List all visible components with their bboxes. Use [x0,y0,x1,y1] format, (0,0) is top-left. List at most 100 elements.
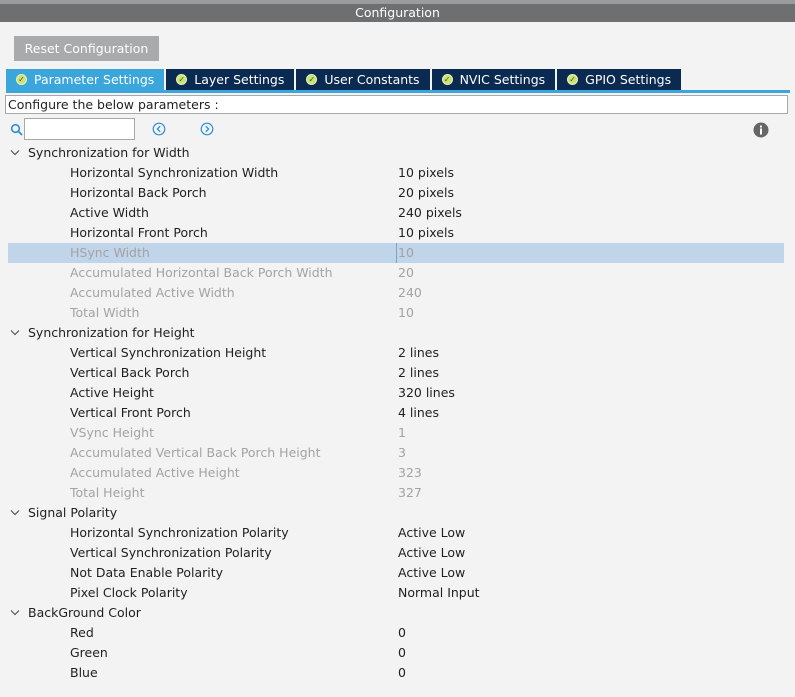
param-name: Active Height [70,385,154,400]
circle-arrow-left-icon[interactable] [152,122,166,136]
param-row-accumulated-active-width[interactable]: Accumulated Active Width 240 [0,283,795,303]
param-row-horizontal-back-porch[interactable]: Horizontal Back Porch 20 pixels [0,183,795,203]
tab-label: Layer Settings [194,72,285,87]
tab-layer-settings[interactable]: ✓ Layer Settings [166,69,295,90]
param-value: 327 [398,485,422,500]
parameter-tree: Synchronization for Width Horizontal Sync… [0,143,795,683]
reset-configuration-button[interactable]: Reset Configuration [14,36,159,61]
group-label: Synchronization for Width [28,145,190,160]
param-value[interactable]: 320 lines [398,383,455,403]
param-value[interactable]: Active Low [398,523,465,543]
param-row-hsync-width[interactable]: HSync Width 10 [8,243,784,263]
param-row-active-width[interactable]: Active Width 240 pixels [0,203,795,223]
param-value[interactable]: 240 pixels [398,203,462,223]
param-row-vertical-back-porch[interactable]: Vertical Back Porch 2 lines [0,363,795,383]
search-input[interactable] [24,118,135,140]
search-icon [10,123,23,136]
param-row-green[interactable]: Green 0 [0,643,795,663]
group-synchronization-for-height[interactable]: Synchronization for Height [0,323,795,343]
check-circle-icon: ✓ [306,74,318,85]
param-row-total-height[interactable]: Total Height 327 [0,483,795,503]
param-row-pixel-clock-polarity[interactable]: Pixel Clock Polarity Normal Input [0,583,795,603]
param-name: Accumulated Horizontal Back Porch Width [70,265,333,280]
param-value[interactable]: 2 lines [398,363,439,383]
tab-gpio-settings[interactable]: ✓ GPIO Settings [557,69,682,90]
param-name: Active Width [70,205,149,220]
param-row-horizontal-synchronization-polarity[interactable]: Horizontal Synchronization Polarity Activ… [0,523,795,543]
check-circle-icon: ✓ [441,74,453,85]
param-row-blue[interactable]: Blue 0 [0,663,795,683]
param-name: Pixel Clock Polarity [70,585,188,600]
param-row-vertical-front-porch[interactable]: Vertical Front Porch 4 lines [0,403,795,423]
param-name: Vertical Synchronization Polarity [70,545,272,560]
param-value: 10 [398,245,414,260]
tab-user-constants[interactable]: ✓ User Constants [296,69,430,90]
param-row-accumulated-horizontal-back-porch-width[interactable]: Accumulated Horizontal Back Porch Width 2… [0,263,795,283]
param-row-accumulated-active-height[interactable]: Accumulated Active Height 323 [0,463,795,483]
tab-nvic-settings[interactable]: ✓ NVIC Settings [431,69,556,90]
param-name: Accumulated Active Height [70,465,240,480]
chevron-down-icon[interactable] [10,329,20,337]
param-name: Horizontal Synchronization Width [70,165,279,180]
instructions-text: Configure the below parameters : [8,97,219,112]
tab-label: Parameter Settings [34,72,155,87]
param-value[interactable]: Active Low [398,543,465,563]
settings-tab-bar: ✓ Parameter Settings ✓ Layer Settings ✓ User … [6,69,683,90]
tab-label: User Constants [324,72,420,87]
group-synchronization-for-width[interactable]: Synchronization for Width [0,143,795,163]
param-row-vsync-height[interactable]: VSync Height 1 [0,423,795,443]
param-name: Accumulated Vertical Back Porch Height [70,445,321,460]
param-value[interactable]: 10 pixels [398,163,454,183]
param-value[interactable]: Active Low [398,563,465,583]
tab-underline [6,90,790,93]
window-title-bar: Configuration [0,0,795,22]
tab-label: NVIC Settings [459,72,546,87]
param-value: 3 [398,445,406,460]
param-value[interactable]: Normal Input [398,583,480,603]
instructions-bar: Configure the below parameters : [5,95,788,114]
param-value[interactable]: 4 lines [398,403,439,423]
param-row-active-height[interactable]: Active Height 320 lines [0,383,795,403]
info-icon[interactable] [753,122,769,138]
tab-parameter-settings[interactable]: ✓ Parameter Settings [6,69,165,90]
param-name: Vertical Synchronization Height [70,345,267,360]
param-row-not-data-enable-polarity[interactable]: Not Data Enable Polarity Active Low [0,563,795,583]
param-name: Horizontal Synchronization Polarity [70,525,289,540]
param-name: Vertical Front Porch [70,405,191,420]
circle-arrow-right-icon[interactable] [200,122,214,136]
param-name: Total Height [70,485,145,500]
param-row-horizontal-front-porch[interactable]: Horizontal Front Porch 10 pixels [0,223,795,243]
param-value[interactable]: 10 pixels [398,223,454,243]
param-value[interactable]: 0 [398,643,406,663]
cell-separator [396,243,397,263]
param-row-red[interactable]: Red 0 [0,623,795,643]
param-name: VSync Height [70,425,154,440]
param-value: 323 [398,465,422,480]
window-title: Configuration [355,5,440,20]
param-name: Horizontal Back Porch [70,185,207,200]
param-value: 20 [398,265,414,280]
param-value[interactable]: 0 [398,663,406,683]
param-name: Total Width [70,305,140,320]
tab-label: GPIO Settings [585,72,672,87]
chevron-down-icon[interactable] [10,609,20,617]
param-name: Green [70,645,108,660]
chevron-down-icon[interactable] [10,149,20,157]
param-row-total-width[interactable]: Total Width 10 [0,303,795,323]
param-row-horizontal-synchronization-width[interactable]: Horizontal Synchronization Width 10 pixel… [0,163,795,183]
param-value[interactable]: 2 lines [398,343,439,363]
group-label: Synchronization for Height [28,325,195,340]
check-circle-icon: ✓ [176,74,188,85]
param-value[interactable]: 20 pixels [398,183,454,203]
param-value: 10 [398,305,414,320]
param-value: 240 [398,285,422,300]
group-signal-polarity[interactable]: Signal Polarity [0,503,795,523]
param-row-accumulated-vertical-back-porch-height[interactable]: Accumulated Vertical Back Porch Height 3 [0,443,795,463]
group-background-color[interactable]: BackGround Color [0,603,795,623]
param-name: Horizontal Front Porch [70,225,208,240]
param-row-vertical-synchronization-polarity[interactable]: Vertical Synchronization Polarity Active … [0,543,795,563]
chevron-down-icon[interactable] [10,509,20,517]
param-value[interactable]: 0 [398,623,406,643]
param-row-vertical-synchronization-height[interactable]: Vertical Synchronization Height 2 lines [0,343,795,363]
configuration-panel: Reset Configuration ✓ Parameter Settings ✓… [0,22,795,697]
